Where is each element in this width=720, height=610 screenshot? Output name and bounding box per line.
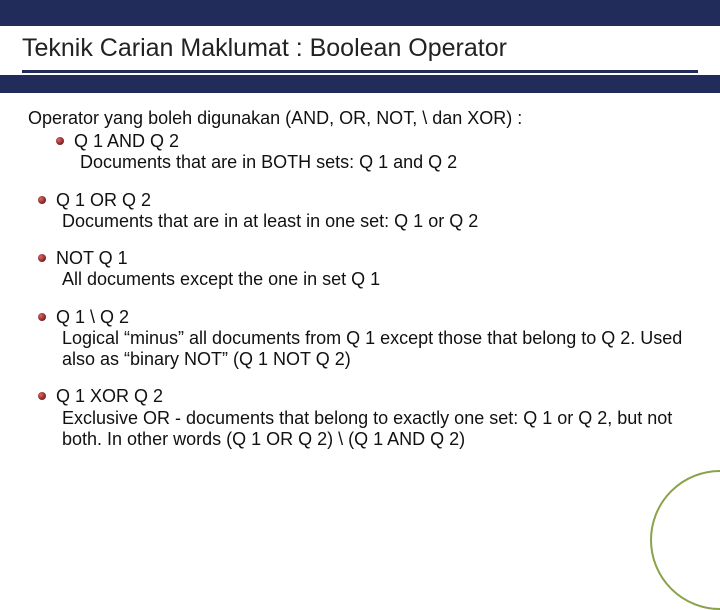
operator-title: Q 1 AND Q 2 [74, 131, 692, 152]
top-accent-bar [0, 0, 720, 26]
operator-or: Q 1 OR Q 2 Documents that are in at leas… [28, 190, 692, 232]
operator-title: Q 1 XOR Q 2 [56, 386, 692, 407]
slide-title: Teknik Carian Maklumat : Boolean Operato… [22, 34, 698, 63]
operator-title: NOT Q 1 [56, 248, 692, 269]
operator-not: NOT Q 1 All documents except the one in … [28, 248, 692, 290]
bullet-icon [56, 137, 64, 145]
operator-and: Q 1 AND Q 2 Documents that are in BOTH s… [28, 131, 692, 173]
operator-description: Documents that are in at least in one se… [56, 211, 692, 232]
operator-list: Q 1 OR Q 2 Documents that are in at leas… [28, 190, 692, 450]
slide-body: Operator yang boleh digunakan (AND, OR, … [28, 108, 692, 534]
title-thick-bar [0, 75, 720, 93]
title-underline [22, 70, 698, 73]
operator-description: All documents except the one in set Q 1 [56, 269, 692, 290]
operator-minus: Q 1 \ Q 2 Logical “minus” all documents … [28, 307, 692, 371]
operator-title: Q 1 \ Q 2 [56, 307, 692, 328]
operator-description: Exclusive OR - documents that belong to … [56, 408, 692, 450]
intro-text: Operator yang boleh digunakan (AND, OR, … [28, 108, 692, 129]
operator-description: Documents that are in BOTH sets: Q 1 and… [74, 152, 692, 173]
operator-description: Logical “minus” all documents from Q 1 e… [56, 328, 692, 370]
operator-title: Q 1 OR Q 2 [56, 190, 692, 211]
operator-xor: Q 1 XOR Q 2 Exclusive OR - documents tha… [28, 386, 692, 450]
